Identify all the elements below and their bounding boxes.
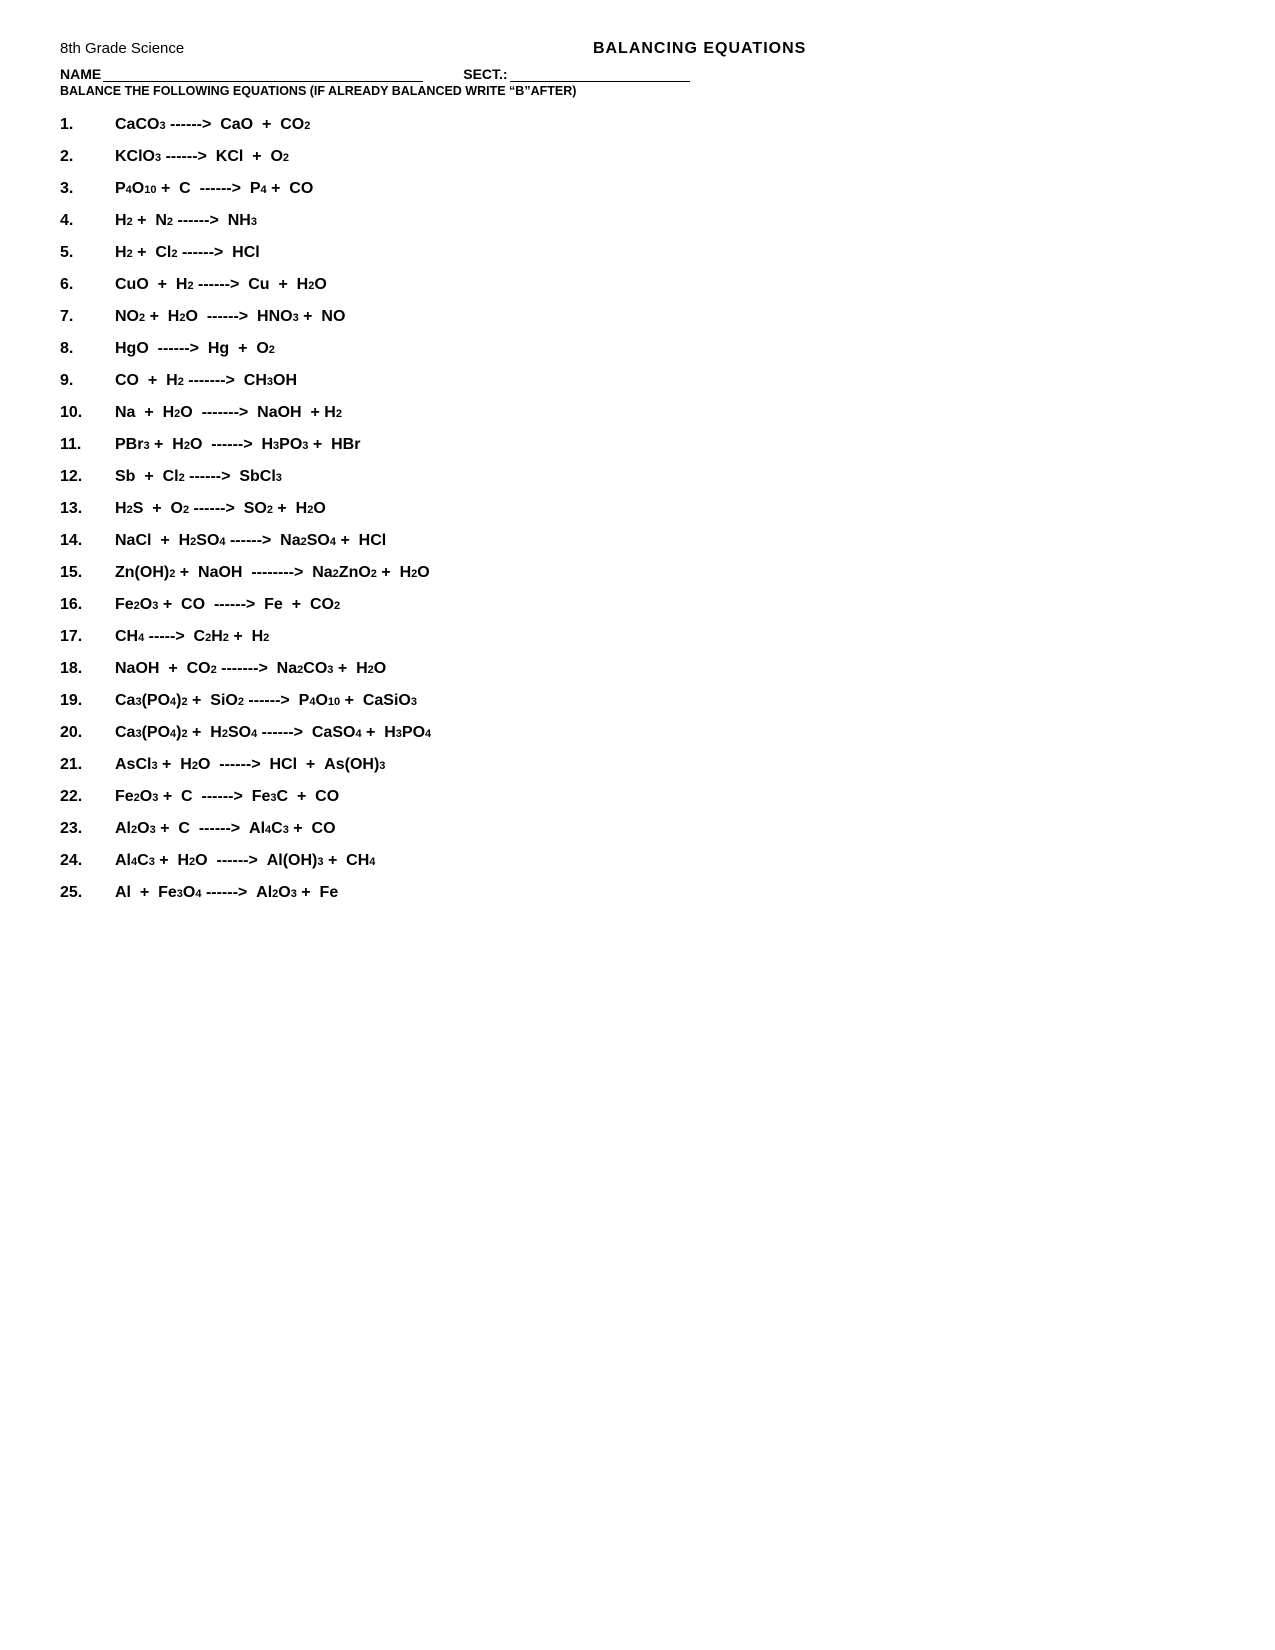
equation-row-5: 5.H2 + Cl2 ------> HCl	[60, 244, 1215, 262]
equation-row-21: 21.AsCl3 + H2O ------> HCl + As(OH)3	[60, 756, 1215, 774]
name-row: NAME SECT.:	[60, 66, 1215, 82]
equation-content-25: Al + Fe3O4 ------> Al2O3 + Fe	[115, 884, 338, 902]
equation-number-2: 2.	[60, 148, 115, 166]
equation-row-12: 12.Sb + Cl2 ------> SbCl3	[60, 468, 1215, 486]
sect-label: SECT.:	[463, 66, 507, 82]
equation-content-22: Fe2O3 + C ------> Fe3C + CO	[115, 788, 339, 806]
equation-content-19: Ca3(PO4)2 + SiO2 ------> P4O10 + CaSiO3	[115, 692, 417, 710]
equation-number-13: 13.	[60, 500, 115, 518]
equation-row-17: 17.CH4 -----> C2H2 + H2	[60, 628, 1215, 646]
equation-row-8: 8.HgO ------> Hg + O2	[60, 340, 1215, 358]
equation-content-16: Fe2O3 + CO ------> Fe + CO2	[115, 596, 340, 614]
equation-row-10: 10.Na + H2O -------> NaOH + H2	[60, 404, 1215, 422]
equation-content-6: CuO + H2 ------> Cu + H2O	[115, 276, 327, 294]
equation-number-21: 21.	[60, 756, 115, 774]
equation-row-22: 22.Fe2O3 + C ------> Fe3C + CO	[60, 788, 1215, 806]
equation-content-9: CO + H2 -------> CH3OH	[115, 372, 297, 390]
equation-number-8: 8.	[60, 340, 115, 358]
equation-number-24: 24.	[60, 852, 115, 870]
equation-number-10: 10.	[60, 404, 115, 422]
equation-content-17: CH4 -----> C2H2 + H2	[115, 628, 269, 646]
equation-row-23: 23.Al2O3 + C ------> Al4C3 + CO	[60, 820, 1215, 838]
equation-content-11: PBr3 + H2O ------> H3PO3 + HBr	[115, 436, 360, 454]
equation-row-9: 9.CO + H2 -------> CH3OH	[60, 372, 1215, 390]
equation-number-23: 23.	[60, 820, 115, 838]
page-title: BALANCING EQUATIONS	[593, 40, 806, 58]
page-header: 8th Grade Science BALANCING EQUATIONS	[60, 40, 1215, 58]
equation-content-4: H2 + N2 ------> NH3	[115, 212, 257, 230]
equation-row-1: 1.CaCO3 ------> CaO + CO2	[60, 116, 1215, 134]
equation-content-24: Al4C3 + H2O ------> Al(OH)3 + CH4	[115, 852, 375, 870]
equation-row-16: 16.Fe2O3 + CO ------> Fe + CO2	[60, 596, 1215, 614]
equation-row-19: 19.Ca3(PO4)2 + SiO2 ------> P4O10 + CaSi…	[60, 692, 1215, 710]
equation-number-19: 19.	[60, 692, 115, 710]
equations-container: 1.CaCO3 ------> CaO + CO22.KClO3 ------>…	[60, 116, 1215, 902]
equation-content-13: H2S + O2 ------> SO2 + H2O	[115, 500, 326, 518]
equation-content-20: Ca3(PO4)2 + H2SO4 ------> CaSO4 + H3PO4	[115, 724, 431, 742]
equation-row-4: 4.H2 + N2 ------> NH3	[60, 212, 1215, 230]
equation-number-17: 17.	[60, 628, 115, 646]
equation-row-24: 24.Al4C3 + H2O ------> Al(OH)3 + CH4	[60, 852, 1215, 870]
equation-content-21: AsCl3 + H2O ------> HCl + As(OH)3	[115, 756, 385, 774]
equation-row-6: 6.CuO + H2 ------> Cu + H2O	[60, 276, 1215, 294]
equation-number-4: 4.	[60, 212, 115, 230]
equation-number-7: 7.	[60, 308, 115, 326]
equation-content-5: H2 + Cl2 ------> HCl	[115, 244, 260, 262]
equation-row-7: 7.NO2 + H2O ------> HNO3 + NO	[60, 308, 1215, 326]
equation-row-2: 2.KClO3 ------> KCl + O2	[60, 148, 1215, 166]
equation-content-23: Al2O3 + C ------> Al4C3 + CO	[115, 820, 336, 838]
equation-number-18: 18.	[60, 660, 115, 678]
equation-number-9: 9.	[60, 372, 115, 390]
equation-content-14: NaCl + H2SO4 ------> Na2SO4 + HCl	[115, 532, 386, 550]
equation-content-7: NO2 + H2O ------> HNO3 + NO	[115, 308, 345, 326]
equation-number-15: 15.	[60, 564, 115, 582]
instructions: BALANCE THE FOLLOWING EQUATIONS (IF ALRE…	[60, 84, 1215, 98]
equation-row-20: 20.Ca3(PO4)2 + H2SO4 ------> CaSO4 + H3P…	[60, 724, 1215, 742]
equation-row-25: 25.Al + Fe3O4 ------> Al2O3 + Fe	[60, 884, 1215, 902]
equation-row-13: 13.H2S + O2 ------> SO2 + H2O	[60, 500, 1215, 518]
equation-content-10: Na + H2O -------> NaOH + H2	[115, 404, 342, 422]
equation-number-12: 12.	[60, 468, 115, 486]
equation-row-15: 15.Zn(OH)2 + NaOH --------> Na2ZnO2 + H2…	[60, 564, 1215, 582]
equation-number-20: 20.	[60, 724, 115, 742]
name-label: NAME	[60, 66, 101, 82]
equation-content-8: HgO ------> Hg + O2	[115, 340, 275, 358]
equation-number-16: 16.	[60, 596, 115, 614]
equation-number-14: 14.	[60, 532, 115, 550]
subject-label: 8th Grade Science	[60, 40, 184, 58]
equation-number-5: 5.	[60, 244, 115, 262]
equation-content-15: Zn(OH)2 + NaOH --------> Na2ZnO2 + H2O	[115, 564, 430, 582]
equation-number-1: 1.	[60, 116, 115, 134]
sect-line	[510, 81, 690, 82]
equation-content-12: Sb + Cl2 ------> SbCl3	[115, 468, 282, 486]
equation-content-3: P4O10 + C ------> P4 + CO	[115, 180, 313, 198]
equation-content-18: NaOH + CO2 -------> Na2CO3 + H2O	[115, 660, 386, 678]
equation-row-18: 18.NaOH + CO2 -------> Na2CO3 + H2O	[60, 660, 1215, 678]
equation-number-22: 22.	[60, 788, 115, 806]
name-line	[103, 81, 423, 82]
equation-number-11: 11.	[60, 436, 115, 454]
equation-number-25: 25.	[60, 884, 115, 902]
equation-row-3: 3.P4O10 + C ------> P4 + CO	[60, 180, 1215, 198]
equation-number-3: 3.	[60, 180, 115, 198]
equation-content-1: CaCO3 ------> CaO + CO2	[115, 116, 310, 134]
equation-row-14: 14.NaCl + H2SO4 ------> Na2SO4 + HCl	[60, 532, 1215, 550]
equation-content-2: KClO3 ------> KCl + O2	[115, 148, 289, 166]
equation-row-11: 11.PBr3 + H2O ------> H3PO3 + HBr	[60, 436, 1215, 454]
equation-number-6: 6.	[60, 276, 115, 294]
